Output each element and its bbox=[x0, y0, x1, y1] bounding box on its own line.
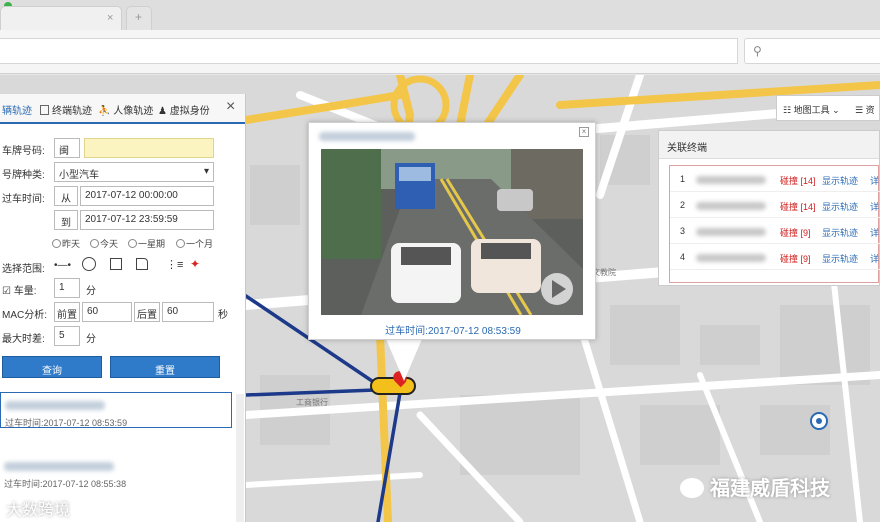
tab-face-track[interactable]: ⛹ 人像轨迹 bbox=[98, 102, 153, 117]
radio-yesterday[interactable]: 昨天 bbox=[52, 237, 80, 250]
browser-tab[interactable]: × bbox=[0, 6, 122, 30]
plate-type-row: 号牌种类: 小型汽车 ▾ bbox=[0, 162, 246, 182]
time-from-row: 过车时间: 从 2017-07-12 00:00:00 bbox=[0, 186, 246, 206]
radio-month[interactable]: 一个月 bbox=[176, 237, 213, 250]
new-tab-button[interactable]: + bbox=[126, 6, 152, 30]
show-track-link[interactable]: 显示轨迹 bbox=[822, 252, 858, 265]
map-toolbar: ☷ 地图工具 ⌄ ☰ 资 bbox=[776, 95, 880, 121]
traffic-camera-photo[interactable] bbox=[321, 149, 583, 315]
vehicle-popup: × 过车时间:2017-07-12 08:53:59 bbox=[308, 122, 596, 340]
tab-vehicle-track[interactable]: 辆轨迹 bbox=[2, 102, 32, 117]
before-input[interactable]: 60 bbox=[82, 302, 132, 322]
plate-prefix-select[interactable]: 闽 bbox=[54, 138, 80, 158]
hits-link[interactable]: 碰撞 [9] bbox=[780, 252, 811, 265]
related-terminals-panel: 关联终端 1 碰撞 [14] 显示轨迹 详 2 碰撞 [14] 显示轨迹 详 3… bbox=[658, 130, 880, 286]
quick-range-row: 昨天 今天 一星期 一个月 bbox=[0, 232, 246, 252]
plate-row: 车牌号码: 闽 bbox=[0, 138, 246, 158]
query-button[interactable]: 查询 bbox=[2, 356, 102, 378]
phone-icon bbox=[40, 105, 49, 115]
show-track-link[interactable]: 显示轨迹 bbox=[822, 174, 858, 187]
list-tool-icon[interactable]: ⋮≡ bbox=[166, 258, 183, 271]
from-time-input[interactable]: 2017-07-12 00:00:00 bbox=[80, 186, 214, 206]
plate-number-input[interactable] bbox=[84, 138, 214, 158]
max-interval-input[interactable]: 5 bbox=[54, 326, 80, 346]
show-track-link[interactable]: 显示轨迹 bbox=[822, 226, 858, 239]
car-count-checkbox[interactable]: ☑ 车量: bbox=[2, 282, 37, 297]
result-item[interactable]: 过车时间:2017-07-12 08:53:59 bbox=[0, 392, 232, 428]
resource-button[interactable]: ☰ 资 bbox=[855, 103, 875, 116]
tab-virtual-identity[interactable]: ♟ 虚拟身份 bbox=[158, 102, 210, 117]
time-to-row: 到 2017-07-12 23:59:59 bbox=[0, 210, 246, 230]
query-panel: 辆轨迹 终端轨迹 ⛹ 人像轨迹 ♟ 虚拟身份 × 车牌号码: 闽 号牌种类: 小… bbox=[0, 94, 246, 522]
tools-icon: ☷ bbox=[783, 105, 794, 115]
url-input[interactable] bbox=[0, 38, 738, 64]
person-icon: ⛹ bbox=[98, 106, 114, 117]
show-track-link[interactable]: 显示轨迹 bbox=[822, 200, 858, 213]
wechat-icon bbox=[680, 478, 704, 498]
list-item: 4 碰撞 [9] 显示轨迹 详 bbox=[670, 246, 880, 270]
list-item: 1 碰撞 [14] 显示轨迹 详 bbox=[670, 168, 880, 192]
search-input[interactable]: ⚲ bbox=[744, 38, 880, 64]
circle-tool-icon[interactable] bbox=[82, 257, 96, 271]
car-count-row: ☑ 车量: 1 分 bbox=[0, 278, 246, 298]
close-icon[interactable]: × bbox=[226, 98, 235, 116]
to-time-input[interactable]: 2017-07-12 23:59:59 bbox=[80, 210, 214, 230]
pass-time-text: 过车时间:2017-07-12 08:53:59 bbox=[385, 326, 521, 337]
radio-today[interactable]: 今天 bbox=[90, 237, 118, 250]
locate-icon[interactable] bbox=[810, 412, 828, 430]
user-icon: ♟ bbox=[158, 106, 170, 117]
map-tools-button[interactable]: ☷ 地图工具 ⌄ bbox=[783, 103, 840, 116]
close-icon[interactable]: × bbox=[579, 127, 589, 137]
car-count-input[interactable]: 1 bbox=[54, 278, 80, 298]
chevron-down-icon: ▾ bbox=[203, 166, 209, 177]
popup-title bbox=[319, 132, 415, 141]
detail-link[interactable]: 详 bbox=[870, 200, 879, 213]
popup-pointer bbox=[386, 339, 422, 381]
detail-link[interactable]: 详 bbox=[870, 252, 879, 265]
radio-week[interactable]: 一星期 bbox=[128, 237, 165, 250]
mac-row: MAC分析: 前置 60 后置 60 秒 bbox=[0, 302, 246, 322]
select-range-row: 选择范围: •—• ⋮≡ ✦ bbox=[2, 257, 201, 275]
bottom-watermark: 大数跨境 bbox=[6, 502, 71, 519]
plate-type-select[interactable]: 小型汽车 ▾ bbox=[54, 162, 214, 182]
address-bar-row: ⚲ bbox=[0, 30, 880, 74]
detail-link[interactable]: 详 bbox=[870, 174, 879, 187]
hits-link[interactable]: 碰撞 [14] bbox=[780, 174, 816, 187]
scrollbar[interactable] bbox=[236, 394, 244, 522]
map-label: 工商银行 bbox=[296, 398, 328, 407]
list-item: 3 碰撞 [9] 显示轨迹 详 bbox=[670, 220, 880, 244]
after-input[interactable]: 60 bbox=[162, 302, 214, 322]
browser-tab-bar: × + bbox=[0, 0, 880, 30]
plus-icon: + bbox=[135, 10, 143, 24]
to-label: 到 bbox=[54, 210, 78, 230]
panel-tabs: 辆轨迹 终端轨迹 ⛹ 人像轨迹 ♟ 虚拟身份 × bbox=[0, 94, 245, 124]
max-interval-row: 最大时差: 5 分 bbox=[0, 326, 246, 346]
panel-header: 关联终端 bbox=[659, 131, 879, 159]
rectangle-tool-icon[interactable] bbox=[110, 258, 122, 270]
hits-link[interactable]: 碰撞 [9] bbox=[780, 226, 811, 239]
brand-watermark: 福建威盾科技 bbox=[680, 472, 830, 501]
panel-title: 关联终端 bbox=[667, 143, 707, 154]
eraser-icon[interactable]: ✦ bbox=[190, 257, 200, 271]
detail-link[interactable]: 详 bbox=[870, 226, 879, 239]
from-label: 从 bbox=[54, 186, 78, 206]
close-tab-icon[interactable]: × bbox=[107, 12, 113, 24]
polygon-tool-icon[interactable] bbox=[136, 258, 148, 270]
search-icon: ⚲ bbox=[753, 44, 762, 58]
tab-terminal-track[interactable]: 终端轨迹 bbox=[40, 102, 92, 117]
terminal-list: 1 碰撞 [14] 显示轨迹 详 2 碰撞 [14] 显示轨迹 详 3 碰撞 [… bbox=[669, 165, 880, 283]
list-item: 2 碰撞 [14] 显示轨迹 详 bbox=[670, 194, 880, 218]
line-tool-icon[interactable]: •—• bbox=[54, 260, 71, 271]
hits-link[interactable]: 碰撞 [14] bbox=[780, 200, 816, 213]
result-item[interactable]: 过车时间:2017-07-12 08:55:38 bbox=[0, 454, 232, 490]
reset-button[interactable]: 重置 bbox=[110, 356, 220, 378]
